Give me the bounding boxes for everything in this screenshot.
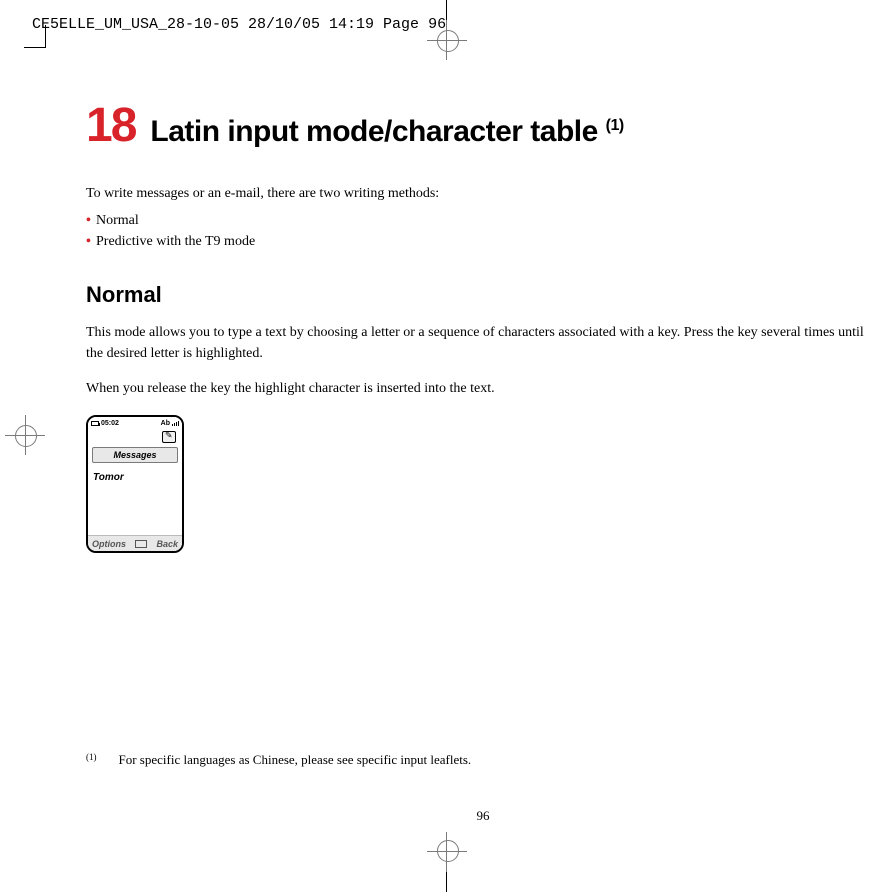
phone-screenshot: 05:02 Ab Messages Tomor Options Back bbox=[86, 415, 184, 553]
phone-screen-title: Messages bbox=[92, 447, 178, 463]
bullet-predictive: Predictive with the T9 mode bbox=[86, 231, 880, 252]
center-softkey-icon bbox=[135, 540, 147, 548]
chapter-title-footnote-ref: (1) bbox=[606, 117, 624, 134]
crop-mark-left bbox=[0, 415, 40, 455]
footnote-text: For specific languages as Chinese, pleas… bbox=[119, 752, 472, 768]
crop-mark-corner-v bbox=[45, 25, 46, 47]
page-number: 96 bbox=[86, 808, 880, 824]
phone-softkeys: Options Back bbox=[88, 535, 182, 551]
chapter-title-text: Latin input mode/character table bbox=[150, 115, 597, 148]
footnote: (1) For specific languages as Chinese, p… bbox=[86, 752, 471, 768]
para-1: This mode allows you to type a text by c… bbox=[86, 322, 880, 364]
intro-text: To write messages or an e-mail, there ar… bbox=[86, 183, 880, 204]
crop-mark-top bbox=[427, 0, 467, 60]
crop-mark-corner-h bbox=[24, 47, 46, 48]
phone-text-area: Tomor bbox=[88, 465, 182, 535]
compose-icon bbox=[162, 431, 176, 443]
page-content: 18 Latin input mode/character table (1) … bbox=[86, 60, 880, 832]
signal-icon bbox=[172, 421, 179, 426]
phone-icon-row bbox=[88, 429, 182, 445]
chapter-title: Latin input mode/character table (1) bbox=[150, 115, 623, 149]
crop-mark-bottom bbox=[427, 832, 467, 892]
status-left: 05:02 bbox=[91, 420, 119, 427]
battery-icon bbox=[91, 421, 99, 426]
chapter-number: 18 bbox=[86, 98, 135, 153]
chapter-heading: 18 Latin input mode/character table (1) bbox=[86, 98, 880, 153]
status-time: 05:02 bbox=[101, 420, 119, 427]
bullet-normal: Normal bbox=[86, 210, 880, 231]
status-right: Ab bbox=[161, 420, 179, 427]
section-heading-normal: Normal bbox=[86, 282, 880, 308]
input-mode-indicator: Ab bbox=[161, 420, 170, 427]
typed-text: Tomor bbox=[93, 472, 124, 483]
para-2: When you release the key the highlight c… bbox=[86, 378, 880, 399]
footnote-marker: (1) bbox=[86, 752, 97, 768]
phone-status-bar: 05:02 Ab bbox=[88, 417, 182, 429]
print-header: CE5ELLE_UM_USA_28-10-05 28/10/05 14:19 P… bbox=[32, 16, 446, 33]
bullet-list: Normal Predictive with the T9 mode bbox=[86, 210, 880, 252]
right-softkey: Back bbox=[156, 539, 178, 549]
left-softkey: Options bbox=[92, 539, 126, 549]
